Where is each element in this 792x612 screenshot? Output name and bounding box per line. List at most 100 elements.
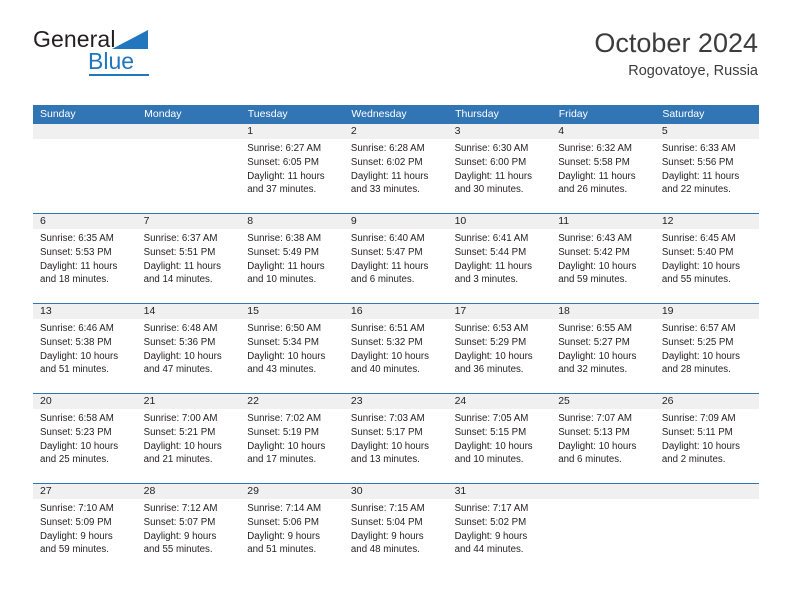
sun-info: Sunrise: 6:53 AM Sunset: 5:29 PM Daylight:…	[448, 319, 552, 377]
sunset-text: Sunset: 5:44 PM	[454, 246, 527, 258]
calendar-day-cell[interactable]: 26 Sunrise: 7:09 AM Sunset: 5:11 PM Dayligh…	[654, 393, 759, 484]
calendar-header-row: Sunday Monday Tuesday Wednesday Thursday…	[33, 105, 759, 124]
calendar-day-cell[interactable]: 6 Sunrise: 6:35 AM Sunset: 5:53 PM Daylight…	[33, 213, 137, 304]
sunset-text: Sunset: 5:58 PM	[558, 156, 630, 168]
day-cell-content: 8 Sunrise: 6:38 AM Sunset: 5:49 PM Daylight…	[240, 214, 344, 303]
day-number: 21	[136, 394, 241, 409]
sun-info: Sunrise: 6:40 AM Sunset: 5:47 PM Daylight:…	[344, 229, 448, 287]
day-cell-content: 5 Sunrise: 6:33 AM Sunset: 5:56 PM Daylight…	[654, 124, 759, 213]
daylight-text-line2: and 6 minutes.	[350, 274, 415, 286]
sunrise-text: Sunrise: 6:40 AM	[350, 233, 425, 244]
calendar-day-cell[interactable]: 21 Sunrise: 7:00 AM Sunset: 5:21 PM Dayligh…	[136, 393, 241, 484]
day-cell-content: 23 Sunrise: 7:03 AM Sunset: 5:17 PM Dayligh…	[343, 394, 448, 483]
day-cell-content: 31 Sunrise: 7:17 AM Sunset: 5:02 PM Dayligh…	[447, 484, 552, 573]
day-number: 28	[136, 484, 241, 499]
calendar-week-row: 13 Sunrise: 6:46 AM Sunset: 5:38 PM Dayligh…	[33, 303, 759, 394]
sunrise-text: Sunrise: 6:37 AM	[143, 233, 218, 244]
daylight-text-line2: and 21 minutes.	[143, 454, 213, 466]
calendar-day-cell[interactable]: 15 Sunrise: 6:50 AM Sunset: 5:34 PM Dayligh…	[240, 303, 344, 394]
sunrise-text: Sunrise: 7:10 AM	[40, 503, 114, 514]
calendar-day-cell[interactable]: 5 Sunrise: 6:33 AM Sunset: 5:56 PM Daylight…	[654, 124, 759, 214]
calendar-day-cell[interactable]: 17 Sunrise: 6:53 AM Sunset: 5:29 PM Dayligh…	[447, 303, 552, 394]
calendar-day-cell[interactable]: 1 Sunrise: 6:27 AM Sunset: 6:05 PM Daylight…	[240, 124, 344, 214]
calendar-day-cell[interactable]: 7 Sunrise: 6:37 AM Sunset: 5:51 PM Daylight…	[136, 213, 241, 304]
sun-info: Sunrise: 7:07 AM Sunset: 5:13 PM Daylight:…	[551, 409, 655, 467]
sunrise-text: Sunrise: 6:55 AM	[558, 323, 632, 334]
sunrise-text: Sunrise: 7:05 AM	[454, 413, 529, 424]
day-cell-content: 18 Sunrise: 6:55 AM Sunset: 5:27 PM Dayligh…	[551, 304, 655, 393]
sunrise-text: Sunrise: 7:17 AM	[454, 503, 529, 514]
day-number: 30	[343, 484, 448, 499]
day-number: 11	[551, 214, 655, 229]
sunset-text: Sunset: 5:40 PM	[661, 246, 734, 258]
calendar-day-cell[interactable]: 2 Sunrise: 6:28 AM Sunset: 6:02 PM Daylight…	[343, 124, 448, 214]
day-number: 8	[240, 214, 344, 229]
calendar-day-cell[interactable]: 24 Sunrise: 7:05 AM Sunset: 5:15 PM Dayligh…	[447, 393, 552, 484]
sunrise-text: Sunrise: 6:35 AM	[40, 233, 114, 244]
day-cell-content: 10 Sunrise: 6:41 AM Sunset: 5:44 PM Dayligh…	[447, 214, 552, 303]
daylight-text-line2: and 10 minutes.	[454, 454, 524, 466]
day-cell-content: 7 Sunrise: 6:37 AM Sunset: 5:51 PM Daylight…	[136, 214, 241, 303]
calendar-day-cell[interactable]: 31 Sunrise: 7:17 AM Sunset: 5:02 PM Dayligh…	[447, 483, 552, 573]
calendar-day-cell[interactable]: 8 Sunrise: 6:38 AM Sunset: 5:49 PM Daylight…	[240, 213, 344, 304]
calendar-day-cell[interactable]: 23 Sunrise: 7:03 AM Sunset: 5:17 PM Dayligh…	[343, 393, 448, 484]
daylight-text-line2: and 30 minutes.	[454, 184, 524, 196]
daylight-text-line2: and 47 minutes.	[143, 364, 213, 376]
day-cell-content: 15 Sunrise: 6:50 AM Sunset: 5:34 PM Dayligh…	[240, 304, 344, 393]
sunset-text: Sunset: 5:27 PM	[558, 336, 630, 348]
calendar-day-cell[interactable]: 16 Sunrise: 6:51 AM Sunset: 5:32 PM Dayligh…	[343, 303, 448, 394]
calendar-day-cell[interactable]: 27 Sunrise: 7:10 AM Sunset: 5:09 PM Dayligh…	[33, 483, 137, 573]
daylight-text-line2: and 55 minutes.	[143, 544, 213, 556]
sun-info: Sunrise: 7:05 AM Sunset: 5:15 PM Daylight:…	[448, 409, 552, 467]
daylight-text-line2: and 14 minutes.	[143, 274, 213, 286]
sunrise-text: Sunrise: 6:38 AM	[247, 233, 322, 244]
day-cell-content: 19 Sunrise: 6:57 AM Sunset: 5:25 PM Dayligh…	[654, 304, 759, 393]
calendar-day-cell[interactable]: 3 Sunrise: 6:30 AM Sunset: 6:00 PM Daylight…	[447, 124, 552, 214]
calendar-day-cell[interactable]: 28 Sunrise: 7:12 AM Sunset: 5:07 PM Dayligh…	[136, 483, 241, 573]
daylight-text-line1: Daylight: 10 hours	[143, 440, 222, 452]
calendar-day-cell[interactable]: 18 Sunrise: 6:55 AM Sunset: 5:27 PM Dayligh…	[551, 303, 655, 394]
sun-info: Sunrise: 6:27 AM Sunset: 6:05 PM Daylight:…	[240, 139, 344, 197]
sun-info: Sunrise: 6:43 AM Sunset: 5:42 PM Daylight:…	[551, 229, 655, 287]
calendar-day-cell[interactable]: 4 Sunrise: 6:32 AM Sunset: 5:58 PM Daylight…	[551, 124, 655, 214]
calendar-day-cell[interactable]: 19 Sunrise: 6:57 AM Sunset: 5:25 PM Dayligh…	[654, 303, 759, 394]
day-number	[136, 124, 241, 139]
day-number	[33, 124, 137, 139]
calendar-day-cell[interactable]: 20 Sunrise: 6:58 AM Sunset: 5:23 PM Dayligh…	[33, 393, 137, 484]
sunset-text: Sunset: 5:32 PM	[350, 336, 423, 348]
day-number: 14	[136, 304, 241, 319]
calendar-day-cell[interactable]: 12 Sunrise: 6:45 AM Sunset: 5:40 PM Dayligh…	[654, 213, 759, 304]
daylight-text-line1: Daylight: 10 hours	[454, 350, 533, 362]
calendar-day-cell[interactable]: 25 Sunrise: 7:07 AM Sunset: 5:13 PM Dayligh…	[551, 393, 655, 484]
sunrise-text: Sunrise: 6:46 AM	[40, 323, 114, 334]
sunrise-text: Sunrise: 6:57 AM	[661, 323, 736, 334]
sunset-text: Sunset: 5:42 PM	[558, 246, 630, 258]
daylight-text-line2: and 37 minutes.	[247, 184, 317, 196]
calendar-day-cell	[136, 124, 241, 214]
calendar-day-cell[interactable]: 13 Sunrise: 6:46 AM Sunset: 5:38 PM Dayligh…	[33, 303, 137, 394]
calendar-day-cell[interactable]: 9 Sunrise: 6:40 AM Sunset: 5:47 PM Daylight…	[343, 213, 448, 304]
calendar-day-cell[interactable]: 22 Sunrise: 7:02 AM Sunset: 5:19 PM Dayligh…	[240, 393, 344, 484]
calendar-body: 1 Sunrise: 6:27 AM Sunset: 6:05 PM Daylight…	[33, 124, 759, 573]
sun-info: Sunrise: 6:41 AM Sunset: 5:44 PM Daylight:…	[448, 229, 552, 287]
sun-info: Sunrise: 6:57 AM Sunset: 5:25 PM Daylight:…	[655, 319, 759, 377]
calendar-day-cell[interactable]: 11 Sunrise: 6:43 AM Sunset: 5:42 PM Dayligh…	[551, 213, 655, 304]
daylight-text-line2: and 6 minutes.	[558, 454, 622, 466]
calendar-day-cell[interactable]: 10 Sunrise: 6:41 AM Sunset: 5:44 PM Dayligh…	[447, 213, 552, 304]
daylight-text-line1: Daylight: 10 hours	[143, 350, 222, 362]
day-cell-content: 29 Sunrise: 7:14 AM Sunset: 5:06 PM Dayligh…	[240, 484, 344, 573]
calendar-day-cell[interactable]: 14 Sunrise: 6:48 AM Sunset: 5:36 PM Dayligh…	[136, 303, 241, 394]
day-cell-content: 26 Sunrise: 7:09 AM Sunset: 5:11 PM Dayligh…	[654, 394, 759, 483]
daylight-text-line1: Daylight: 11 hours	[454, 260, 532, 272]
sunset-text: Sunset: 5:56 PM	[661, 156, 734, 168]
daylight-text-line2: and 51 minutes.	[247, 544, 317, 556]
sun-info: Sunrise: 6:45 AM Sunset: 5:40 PM Daylight:…	[655, 229, 759, 287]
sunrise-text: Sunrise: 6:51 AM	[350, 323, 425, 334]
calendar-day-cell[interactable]: 30 Sunrise: 7:15 AM Sunset: 5:04 PM Dayligh…	[343, 483, 448, 573]
day-cell-content: 11 Sunrise: 6:43 AM Sunset: 5:42 PM Dayligh…	[551, 214, 655, 303]
calendar-day-cell[interactable]: 29 Sunrise: 7:14 AM Sunset: 5:06 PM Dayligh…	[240, 483, 344, 573]
sunset-text: Sunset: 6:05 PM	[247, 156, 319, 168]
logo-triangle-icon	[112, 30, 148, 49]
sun-info: Sunrise: 6:55 AM Sunset: 5:27 PM Daylight:…	[551, 319, 655, 377]
day-cell-content: 14 Sunrise: 6:48 AM Sunset: 5:36 PM Dayligh…	[136, 304, 241, 393]
